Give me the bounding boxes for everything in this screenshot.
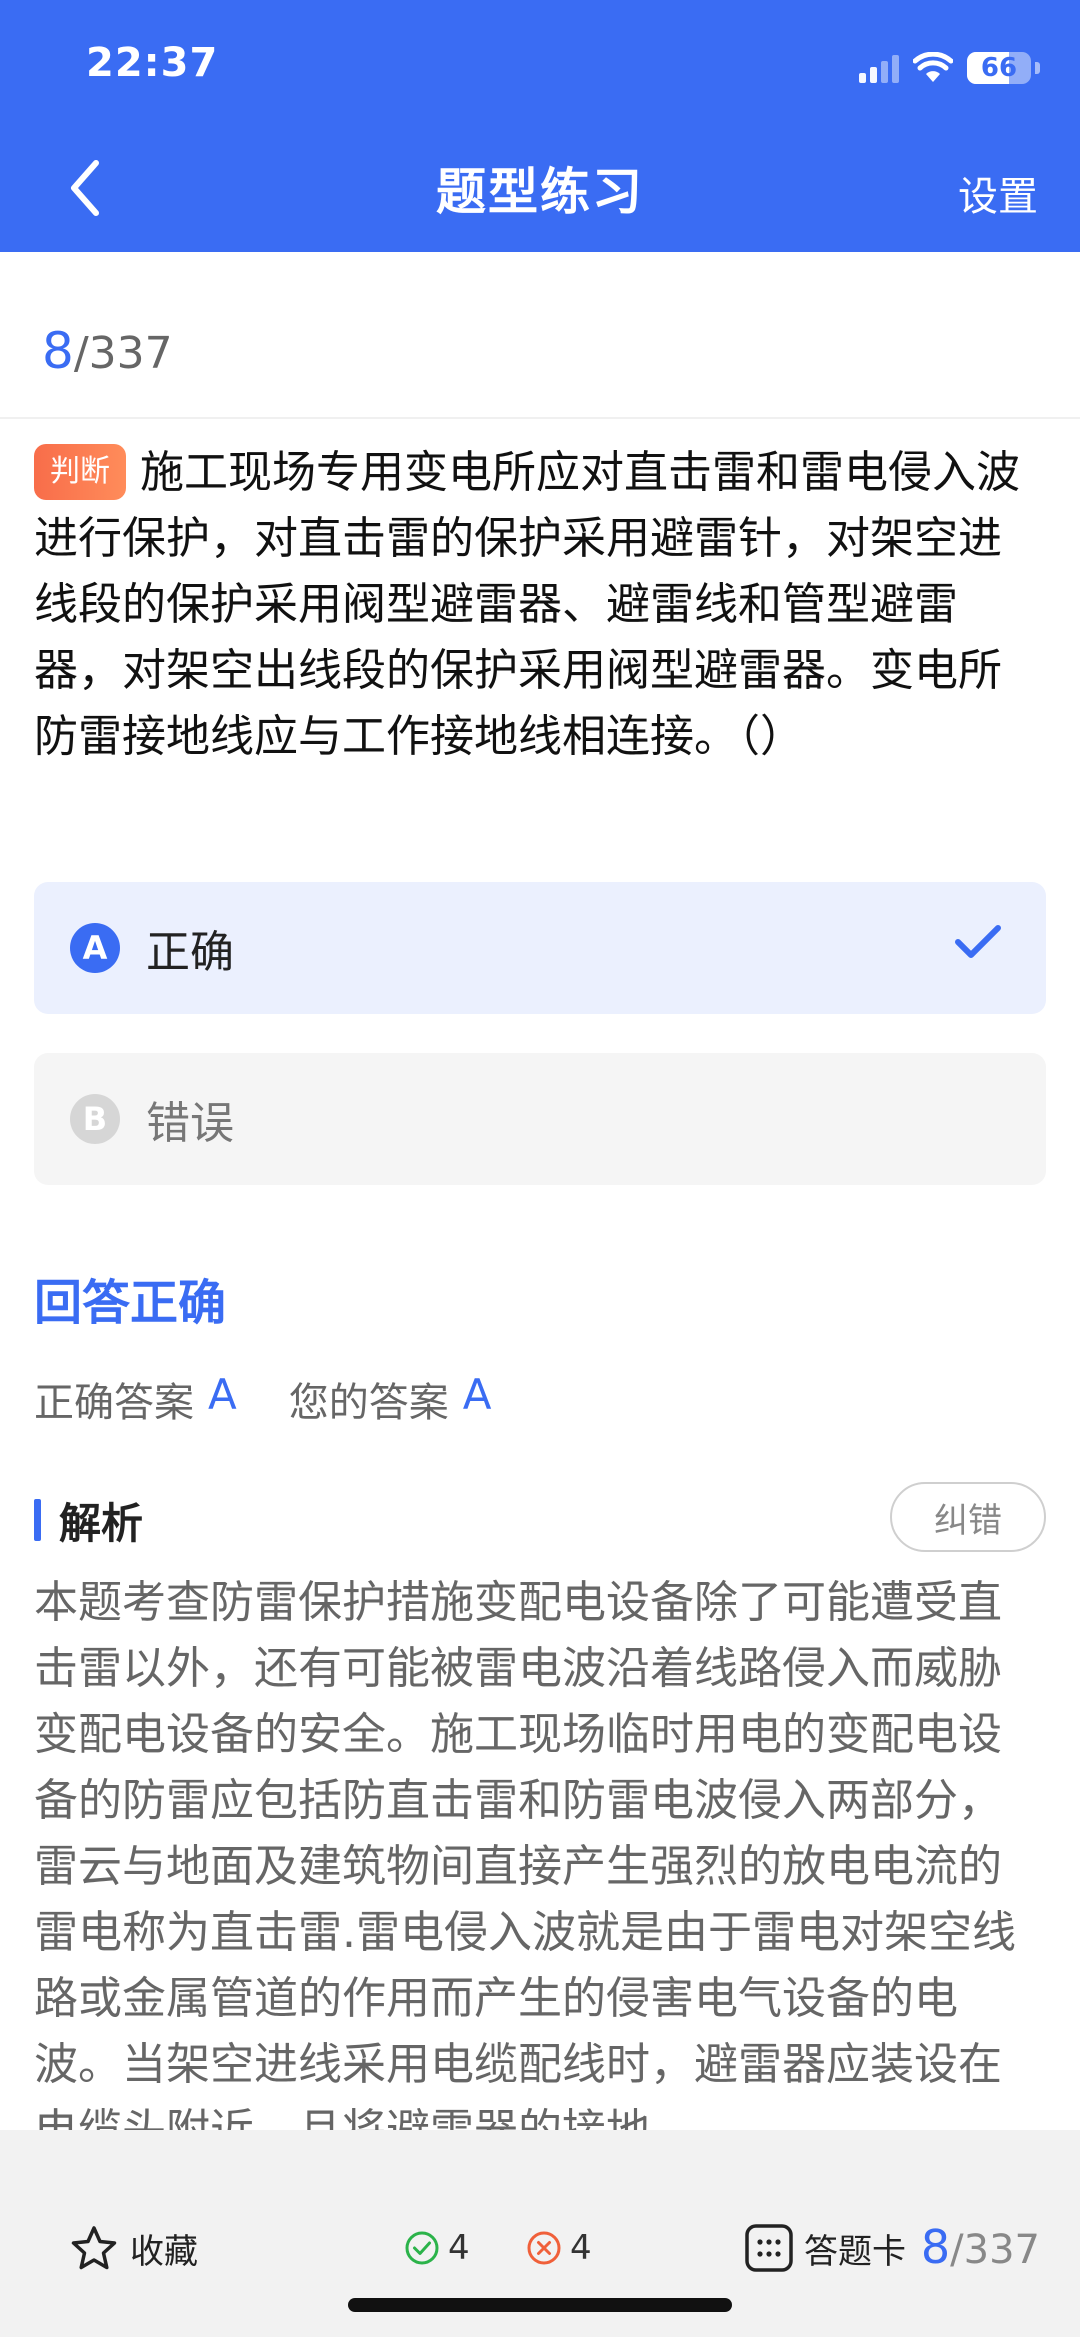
option-a[interactable]: A 正确	[34, 882, 1046, 1014]
correct-count: 4	[404, 2223, 470, 2273]
check-circle-icon	[405, 2231, 439, 2265]
battery-icon: 66	[967, 52, 1031, 84]
correct-count-value: 4	[448, 2228, 470, 2268]
correct-answer-label: 正确答案	[34, 1380, 194, 1426]
progress-total: /337	[73, 328, 173, 379]
bottom-progress-current: 8	[920, 2220, 951, 2274]
analysis-text: 本题考查防雷保护措施变配电设备除了可能遭受直击雷以外，还有可能被雷电波沿着线路侵…	[34, 1577, 1016, 2130]
settings-button[interactable]: 设置	[958, 164, 1038, 222]
wrong-count: 4	[526, 2223, 592, 2273]
option-letter: B	[70, 1094, 120, 1144]
option-b[interactable]: B 错误	[34, 1053, 1046, 1185]
wifi-icon	[913, 52, 953, 82]
option-letter: A	[70, 923, 120, 973]
app-header: 22:37 66 题型练习 设置	[0, 0, 1080, 252]
progress-current: 8	[42, 322, 74, 380]
star-icon	[71, 2226, 117, 2270]
check-icon	[955, 925, 1001, 958]
question-text: 施工现场专用变电所应对直击雷和雷电侵入波进行保护，对直击雷的保护采用避雷针，对架…	[34, 447, 1020, 762]
heading-accent-bar	[34, 1499, 41, 1541]
question-stem: 判断 施工现场专用变电所应对直击雷和雷电侵入波进行保护，对直击雷的保护采用避雷针，…	[34, 440, 1044, 770]
answer-summary: 正确答案 A 您的答案 A	[34, 1370, 491, 1428]
grid-icon	[745, 2224, 793, 2272]
bottom-progress: 8/337	[921, 2220, 1040, 2274]
cellular-signal-icon	[859, 53, 899, 83]
option-text: 错误	[146, 1098, 234, 1149]
answer-card-button[interactable]: 答题卡	[744, 2223, 906, 2273]
status-time: 22:37	[86, 40, 219, 86]
question-progress: 8/337	[42, 322, 173, 380]
page-title: 题型练习	[436, 163, 644, 221]
your-answer-value: A	[462, 1370, 492, 1419]
analysis-heading: 解析	[34, 1490, 143, 1550]
result-title: 回答正确	[34, 1275, 227, 1331]
battery-tip	[1035, 62, 1040, 74]
cross-circle-icon	[527, 2231, 561, 2265]
battery-level: 66	[980, 53, 1018, 83]
analysis-title: 解析	[59, 1498, 144, 1548]
your-answer-label: 您的答案	[288, 1380, 449, 1426]
divider	[0, 417, 1080, 419]
status-icons: 66	[859, 46, 1040, 90]
wrong-count-value: 4	[570, 2228, 592, 2268]
option-text: 正确	[146, 927, 234, 978]
favorite-label: 收藏	[130, 2231, 198, 2272]
home-indicator[interactable]	[348, 2298, 732, 2312]
question-type-tag: 判断	[34, 444, 126, 500]
answer-card-label: 答题卡	[804, 2231, 906, 2272]
bottom-progress-total: /337	[950, 2227, 1040, 2273]
report-error-button[interactable]: 纠错	[890, 1482, 1046, 1552]
favorite-button[interactable]: 收藏	[70, 2223, 198, 2273]
correct-answer-value: A	[208, 1370, 237, 1419]
